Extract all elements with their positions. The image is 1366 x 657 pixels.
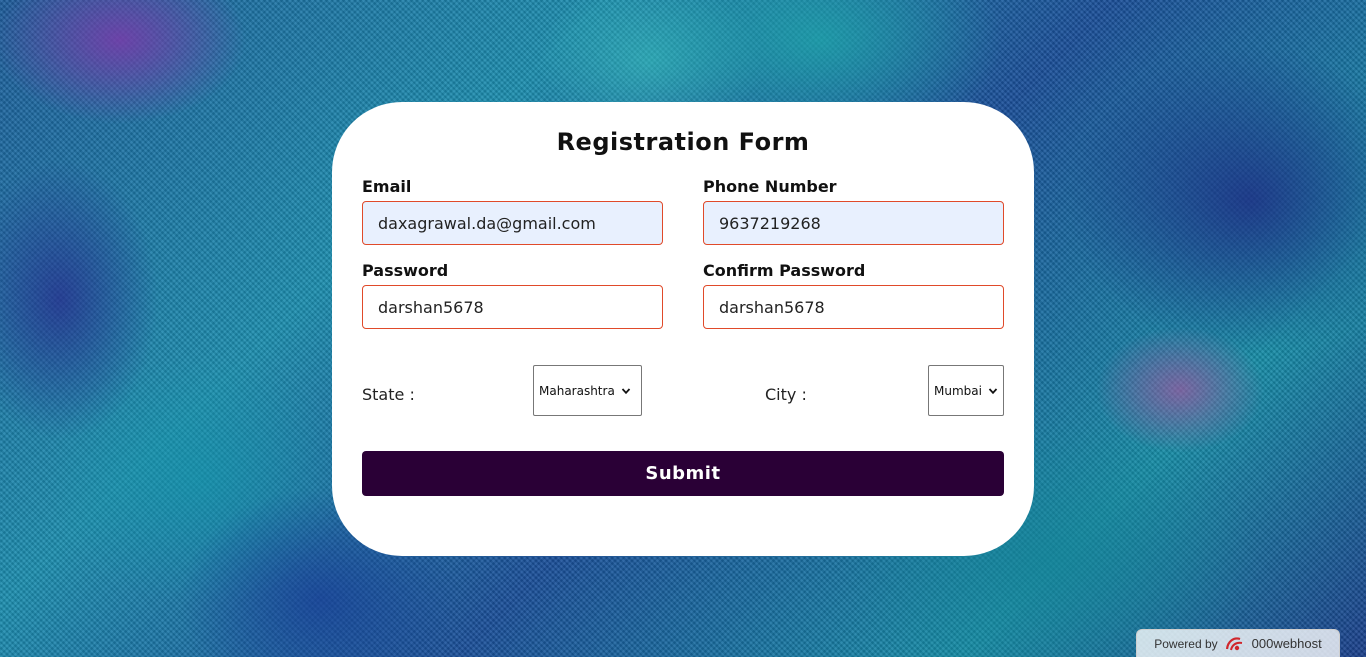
powered-by-text: Powered by (1154, 636, 1218, 651)
email-label: Email (362, 177, 412, 196)
state-select[interactable]: Maharashtra (533, 365, 642, 416)
city-select[interactable]: Mumbai (928, 365, 1004, 416)
form-title: Registration Form (556, 128, 810, 156)
phone-field[interactable] (703, 201, 1004, 245)
city-select-value: Mumbai (934, 383, 982, 398)
confirm-password-label: Confirm Password (703, 261, 866, 280)
submit-button[interactable]: Submit (362, 451, 1004, 496)
password-field[interactable] (362, 285, 663, 329)
password-label: Password (362, 261, 449, 280)
confirm-password-field[interactable] (703, 285, 1004, 329)
state-label: State : (362, 385, 415, 404)
chevron-down-icon (988, 387, 998, 394)
host-name: 000webhost (1251, 636, 1322, 651)
powered-by-badge[interactable]: Powered by 000webhost (1136, 629, 1340, 657)
city-label: City : (765, 385, 807, 404)
registration-card: Registration Form Email Phone Number Pas… (332, 102, 1034, 556)
state-select-value: Maharashtra (539, 383, 615, 398)
phone-label: Phone Number (703, 177, 837, 196)
chevron-down-icon (621, 387, 630, 394)
000webhost-logo-icon (1225, 636, 1242, 650)
email-field[interactable] (362, 201, 663, 245)
